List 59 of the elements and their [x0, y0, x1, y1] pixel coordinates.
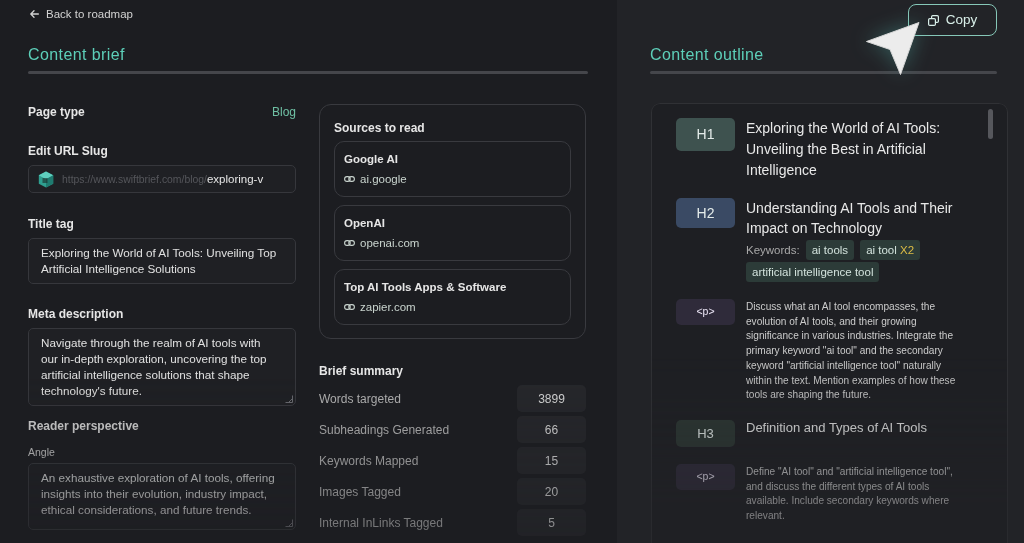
field-label: Edit URL Slug [28, 143, 109, 159]
outline-heading: Exploring the World of AI Tools: Unveiling the Best in Artificial Intelligence [746, 119, 942, 180]
link-icon [344, 240, 355, 246]
summary-label: Internal InLinks Tagged [319, 514, 443, 531]
summary-value: 3899 [517, 385, 586, 412]
scrollbar-thumb[interactable] [988, 109, 993, 139]
angle-field[interactable]: An exhaustive exploration of AI tools, offering insights into their evolution, industry impact, ethical considerations, and future trends. [28, 463, 296, 530]
source-card[interactable]: Google AI ai.google [334, 141, 571, 197]
heading-tag: H3 [676, 419, 735, 447]
source-link[interactable]: openai.com [344, 235, 420, 251]
source-link[interactable]: ai.google [344, 171, 407, 187]
section-title: Content outline [650, 45, 764, 65]
source-link[interactable]: zapier.com [344, 299, 416, 315]
field-label: Meta description [28, 306, 125, 322]
url-slug-field[interactable]: https://www.swiftbrief.com/blog/exploring-v [28, 165, 296, 193]
field-label: Page type [28, 104, 85, 120]
meta-description-field[interactable]: Navigate through the realm of AI tools with our in-depth exploration, uncovering the top artificial intelligence solutions that shape technology's future. [28, 328, 296, 406]
panel-title: Sources to read [334, 120, 426, 136]
summary-label: Subheadings Generated [319, 421, 450, 438]
arrow-left-icon [30, 10, 39, 18]
page-type-value: Blog [271, 104, 296, 120]
summary-label: Keywords Mapped [319, 452, 419, 469]
outline-paragraph: Discuss what an AI tool encompasses, the evolution of AI tools, and their growing significance in various industries. Integrate the primary keyword "ai tool" and the secondary keyword "artificial intelligence tool" naturally within the text. Mention examples of how these tools are shaping the future. [746, 300, 957, 403]
source-card[interactable]: Top AI Tools Apps & Software zapier.com [334, 269, 571, 325]
heading-tag: H2 [676, 198, 735, 228]
paragraph-tag: <p> [676, 299, 735, 325]
title-tag-field[interactable]: Exploring the World of AI Tools: Unveiling Top Artificial Intelligence Solutions [28, 238, 296, 284]
summary-label: Words targeted [319, 390, 401, 407]
field-label: Title tag [28, 216, 75, 232]
source-card[interactable]: OpenAI openai.com [334, 205, 571, 261]
back-link[interactable]: Back to roadmap [30, 7, 133, 21]
mouse-pointer-icon [865, 21, 921, 76]
link-icon [344, 304, 355, 310]
link-icon [344, 176, 355, 182]
summary-value: 20 [517, 478, 586, 505]
resize-handle-icon [285, 519, 293, 527]
heading-tag: H1 [676, 118, 735, 151]
cube-icon [38, 170, 54, 188]
field-label: Reader perspective [28, 418, 140, 434]
outline-heading: Understanding AI Tools and Their Impact on Technology [746, 199, 954, 238]
outline-paragraph: Define "AI tool" and "artificial intelligence tool", and discuss the different types of AI tools available. Include secondary keywords where relevant. [746, 464, 954, 524]
field-label: Angle [28, 445, 56, 459]
summary-value: 5 [517, 509, 586, 536]
keyword-tag: ai tool X2 [860, 240, 921, 260]
source-name: OpenAI [344, 216, 386, 231]
source-name: Top AI Tools Apps & Software [344, 280, 508, 295]
section-subtitle: Brief summary [319, 363, 405, 379]
keywords-label: Keywords: [746, 243, 800, 258]
resize-handle-icon [285, 395, 293, 403]
summary-label: Images Tagged [319, 483, 401, 500]
section-title: Content brief [28, 45, 125, 65]
keyword-tag: artificial intelligence tool [746, 262, 880, 282]
paragraph-tag: <p> [676, 463, 735, 490]
copy-icon [927, 14, 939, 26]
outline-heading: Definition and Types of AI Tools [746, 418, 928, 437]
source-name: Google AI [344, 152, 399, 167]
summary-value: 15 [517, 447, 586, 474]
summary-value: 66 [517, 416, 586, 443]
keyword-tag: ai tools [805, 240, 855, 260]
